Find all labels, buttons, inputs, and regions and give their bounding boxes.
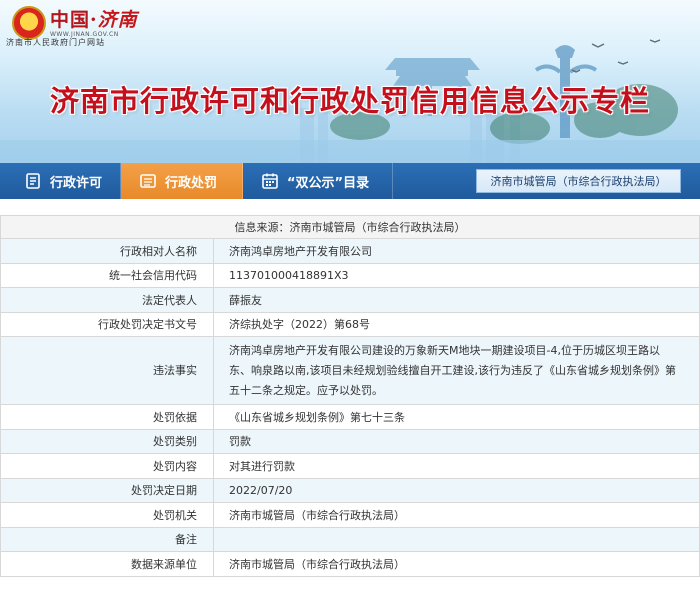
table-row: 统一社会信用代码 113701000418891X3 bbox=[0, 262, 700, 288]
field-label: 违法事实 bbox=[0, 336, 214, 405]
field-label: 备注 bbox=[0, 526, 214, 552]
field-value bbox=[213, 526, 700, 552]
logo-title: 中国·济南 bbox=[50, 8, 138, 31]
info-source: 信息来源：济南市城管局（市综合行政执法局） bbox=[0, 215, 700, 239]
field-value: 济综执处字（2022）第68号 bbox=[213, 311, 700, 337]
field-label: 统一社会信用代码 bbox=[0, 262, 214, 288]
field-value: 《山东省城乡规划条例》第七十三条 bbox=[213, 404, 700, 430]
table-row: 行政相对人名称 济南鸿卓房地产开发有限公司 bbox=[0, 238, 700, 264]
field-label: 处罚内容 bbox=[0, 453, 214, 479]
document-icon bbox=[24, 172, 42, 190]
field-label: 处罚机关 bbox=[0, 502, 214, 528]
department-selector[interactable]: 济南市城管局（市综合行政执法局） bbox=[476, 169, 681, 193]
tab-double-publicity-catalog[interactable]: “双公示”目录 bbox=[243, 163, 393, 199]
field-label: 处罚类别 bbox=[0, 428, 214, 454]
site-logo[interactable]: 中国·济南 WWW.JINAN.GOV.CN bbox=[12, 6, 138, 40]
logo-url: WWW.JINAN.GOV.CN bbox=[50, 30, 119, 38]
tab-administrative-license[interactable]: 行政许可 bbox=[0, 163, 121, 199]
page-title: 济南市行政许可和行政处罚信用信息公示专栏 bbox=[49, 84, 650, 118]
field-label: 处罚决定日期 bbox=[0, 477, 214, 503]
tab-label: 行政许可 bbox=[50, 175, 103, 191]
tab-label: “双公示”目录 bbox=[287, 175, 370, 191]
table-row: 备注 bbox=[0, 526, 700, 552]
field-label: 处罚依据 bbox=[0, 404, 214, 430]
field-value: 113701000418891X3 bbox=[213, 262, 700, 288]
field-value: 济南市城管局（市综合行政执法局） bbox=[213, 502, 700, 528]
penalty-record: 信息来源：济南市城管局（市综合行政执法局） 行政相对人名称 济南鸿卓房地产开发有… bbox=[0, 215, 700, 577]
table-row: 处罚决定日期 2022/07/20 bbox=[0, 477, 700, 503]
table-row: 处罚机关 济南市城管局（市综合行政执法局） bbox=[0, 502, 700, 528]
table-row: 行政处罚决定书文号 济综执处字（2022）第68号 bbox=[0, 311, 700, 337]
main-nav: 行政许可 行政处罚 “双公示”目录 济南市城管局（市综合行政执法局） bbox=[0, 163, 700, 199]
field-value: 对其进行罚款 bbox=[213, 453, 700, 479]
header-banner: 中国·济南 WWW.JINAN.GOV.CN 济南市人民政府门户网站 济南市行政… bbox=[0, 0, 700, 163]
table-row: 违法事实 济南鸿卓房地产开发有限公司建设的万象新天M地块一期建设项目-4,位于历… bbox=[0, 336, 700, 405]
calendar-icon bbox=[261, 172, 279, 190]
table-row: 处罚依据 《山东省城乡规划条例》第七十三条 bbox=[0, 404, 700, 430]
field-value: 罚款 bbox=[213, 428, 700, 454]
national-emblem-icon bbox=[12, 6, 46, 40]
field-label: 数据来源单位 bbox=[0, 551, 214, 577]
table-row: 数据来源单位 济南市城管局（市综合行政执法局） bbox=[0, 551, 700, 577]
field-label: 法定代表人 bbox=[0, 287, 214, 313]
table-row: 处罚内容 对其进行罚款 bbox=[0, 453, 700, 479]
field-value: 济南鸿卓房地产开发有限公司 bbox=[213, 238, 700, 264]
table-row: 法定代表人 薛振友 bbox=[0, 287, 700, 313]
table-row: 处罚类别 罚款 bbox=[0, 428, 700, 454]
field-label: 行政处罚决定书文号 bbox=[0, 311, 214, 337]
field-value: 济南市城管局（市综合行政执法局） bbox=[213, 551, 700, 577]
tab-label: 行政处罚 bbox=[165, 175, 218, 191]
field-value: 薛振友 bbox=[213, 287, 700, 313]
penalty-record-table: 信息来源：济南市城管局（市综合行政执法局） 行政相对人名称 济南鸿卓房地产开发有… bbox=[0, 215, 700, 577]
list-icon bbox=[139, 172, 157, 190]
field-value: 济南鸿卓房地产开发有限公司建设的万象新天M地块一期建设项目-4,位于历城区坝王路… bbox=[213, 336, 700, 405]
logo-subtitle: 济南市人民政府门户网站 bbox=[6, 38, 105, 47]
tab-administrative-penalty[interactable]: 行政处罚 bbox=[121, 163, 243, 199]
source-row: 信息来源：济南市城管局（市综合行政执法局） bbox=[0, 215, 700, 239]
field-label: 行政相对人名称 bbox=[0, 238, 214, 264]
field-value: 2022/07/20 bbox=[213, 477, 700, 503]
